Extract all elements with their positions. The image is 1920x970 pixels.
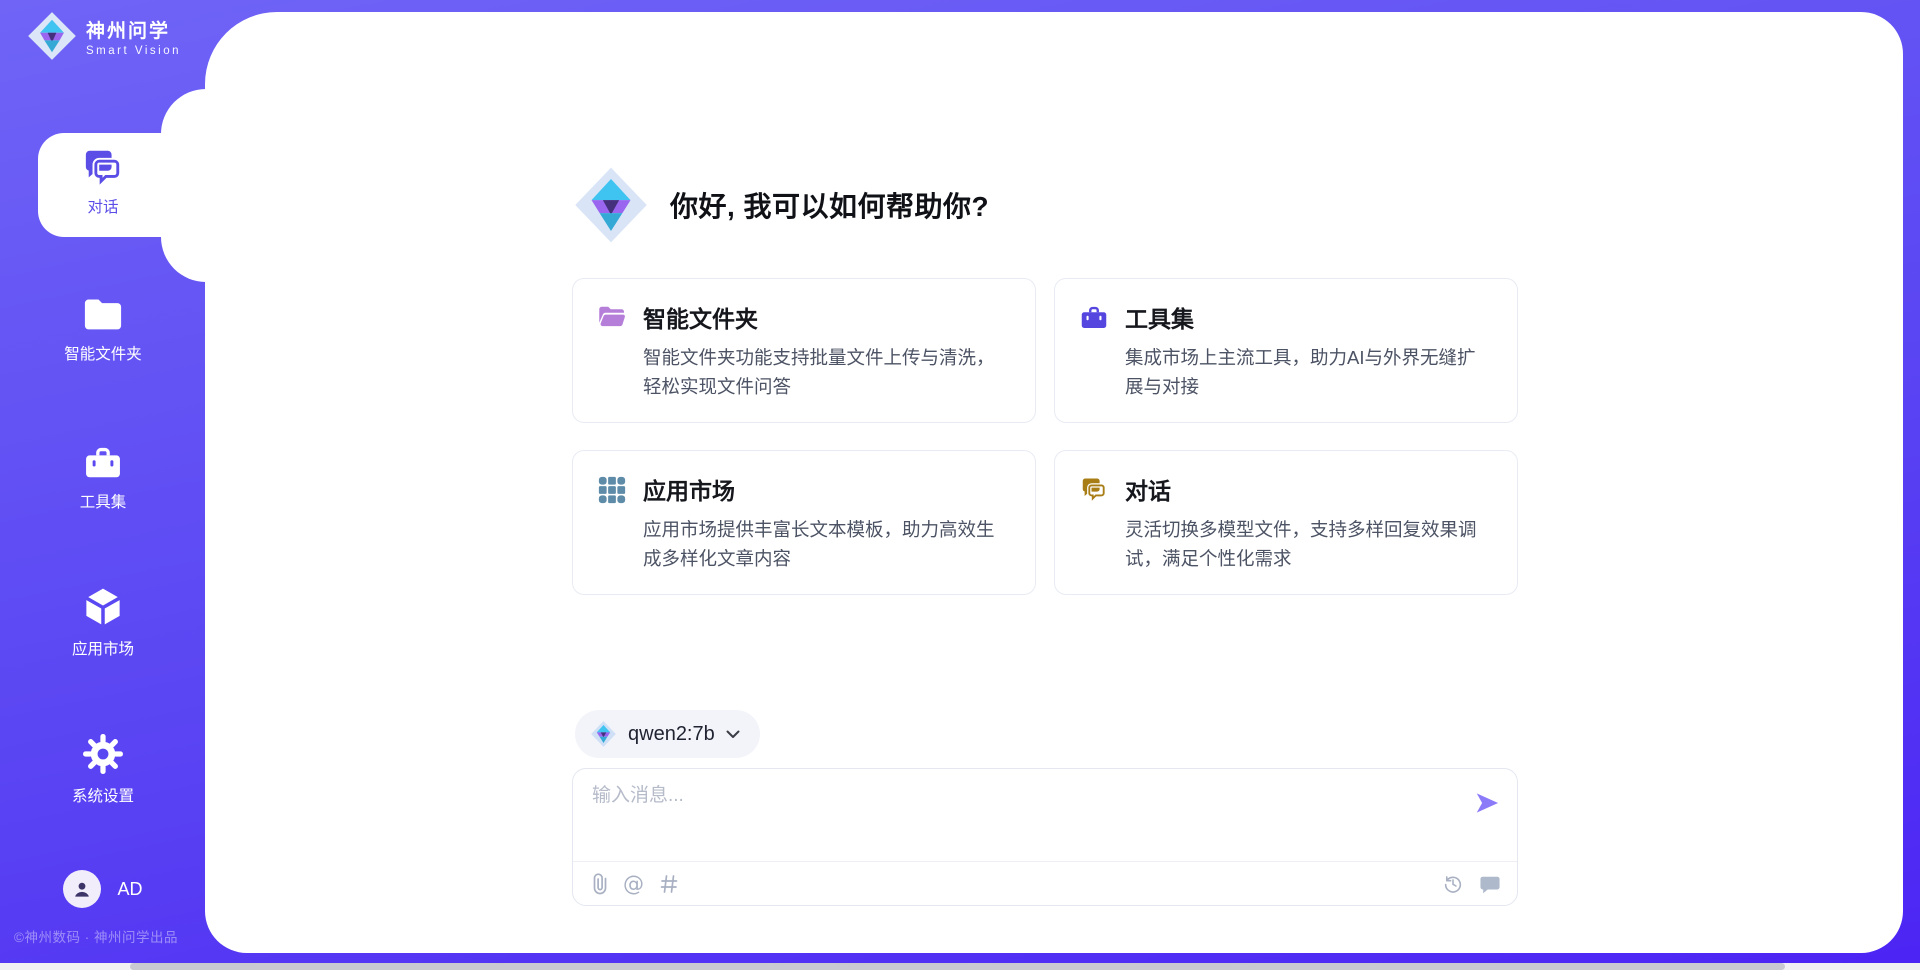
brand-name: 神州问学 (86, 16, 181, 43)
card-description: 应用市场提供丰富长文本模板，助力高效生成多样化文章内容 (643, 515, 1011, 573)
feedback-button[interactable] (1479, 874, 1501, 894)
brand-text: 神州问学 Smart Vision (86, 16, 181, 57)
message-composer: @ (572, 768, 1518, 906)
assistant-diamond-icon (572, 164, 650, 246)
hash-icon (659, 873, 679, 895)
hash-button[interactable] (659, 873, 679, 895)
brand-logo: 神州问学 Smart Vision (26, 10, 181, 62)
attachment-button[interactable] (592, 872, 608, 896)
horizontal-scrollbar-thumb[interactable] (130, 963, 1785, 970)
card-smart-folder[interactable]: 智能文件夹 智能文件夹功能支持批量文件上传与清洗，轻松实现文件问答 (572, 278, 1036, 423)
card-toolset[interactable]: 工具集 集成市场上主流工具，助力AI与外界无缝扩展与对接 (1054, 278, 1518, 423)
footer-credit: ©神州数码 · 神州问学出品 (14, 926, 204, 946)
card-chat[interactable]: 对话 灵活切换多模型文件，支持多样回复效果调试，满足个性化需求 (1054, 450, 1518, 595)
sidebar-item-label: 应用市场 (72, 637, 134, 659)
brand-diamond-icon (26, 10, 78, 62)
send-button[interactable] (1473, 789, 1501, 817)
sidebar-item-toolset[interactable]: 工具集 (0, 443, 206, 512)
cube-icon (81, 586, 125, 628)
sidebar-item-label: 智能文件夹 (64, 342, 142, 364)
user-profile[interactable]: AD (0, 870, 206, 908)
composer-toolbar-right (1442, 873, 1501, 895)
chevron-down-icon (726, 730, 740, 739)
composer-toolbar-left: @ (592, 872, 679, 896)
avatar (63, 870, 101, 908)
sidebar: 神州问学 Smart Vision 对话 智能文件夹 工具集 (0, 0, 206, 970)
sidebar-item-app-market[interactable]: 应用市场 (0, 586, 206, 659)
card-app-market[interactable]: 应用市场 应用市场提供丰富长文本模板，助力高效生成多样化文章内容 (572, 450, 1036, 595)
grid-icon (597, 472, 643, 573)
user-name: AD (117, 879, 142, 900)
person-avatar-icon (70, 877, 94, 901)
open-folder-icon (597, 300, 643, 401)
sidebar-item-label: 系统设置 (72, 784, 134, 806)
card-description: 智能文件夹功能支持批量文件上传与清洗，轻松实现文件问答 (643, 343, 1011, 401)
chat-bubbles-icon (80, 146, 126, 186)
card-title: 智能文件夹 (643, 300, 1011, 334)
history-icon (1442, 873, 1464, 895)
card-title: 工具集 (1125, 300, 1493, 334)
greeting-title: 你好, 我可以如何帮助你? (670, 185, 989, 225)
sidebar-item-smart-folder[interactable]: 智能文件夹 (0, 295, 206, 364)
history-button[interactable] (1442, 873, 1464, 895)
card-title: 应用市场 (643, 472, 1011, 506)
model-selector[interactable]: qwen2:7b (575, 710, 760, 758)
model-name: qwen2:7b (628, 723, 715, 746)
chat-bubbles-icon (1079, 472, 1125, 573)
feature-cards: 智能文件夹 智能文件夹功能支持批量文件上传与清洗，轻松实现文件问答 工具集 集成… (572, 278, 1518, 595)
mention-icon: @ (623, 872, 644, 896)
message-input[interactable] (592, 785, 1432, 807)
toolbox-icon (1079, 300, 1125, 401)
horizontal-scrollbar-track[interactable] (0, 963, 1920, 970)
model-diamond-icon (590, 720, 617, 748)
greeting: 你好, 我可以如何帮助你? (572, 164, 989, 246)
gear-icon (82, 733, 124, 775)
card-title: 对话 (1125, 472, 1493, 506)
send-icon (1473, 789, 1501, 817)
main-content-layer: 你好, 我可以如何帮助你? 智能文件夹 智能文件夹功能支持批量文件上传与清洗，轻… (205, 12, 1903, 953)
sidebar-item-settings[interactable]: 系统设置 (0, 733, 206, 806)
toolbox-icon (81, 443, 125, 481)
brand-subtitle: Smart Vision (86, 45, 181, 57)
content-column: 你好, 我可以如何帮助你? 智能文件夹 智能文件夹功能支持批量文件上传与清洗，轻… (572, 12, 1518, 953)
sidebar-item-chat[interactable]: 对话 (0, 146, 206, 217)
mention-button[interactable]: @ (623, 872, 644, 896)
folder-icon (81, 295, 125, 333)
composer-toolbar: @ (592, 862, 1501, 905)
sidebar-item-label: 工具集 (80, 490, 127, 512)
card-description: 灵活切换多模型文件，支持多样回复效果调试，满足个性化需求 (1125, 515, 1493, 573)
card-description: 集成市场上主流工具，助力AI与外界无缝扩展与对接 (1125, 343, 1493, 401)
attachment-icon (592, 872, 608, 896)
sidebar-item-label: 对话 (87, 195, 118, 217)
feedback-bubble-icon (1479, 874, 1501, 894)
